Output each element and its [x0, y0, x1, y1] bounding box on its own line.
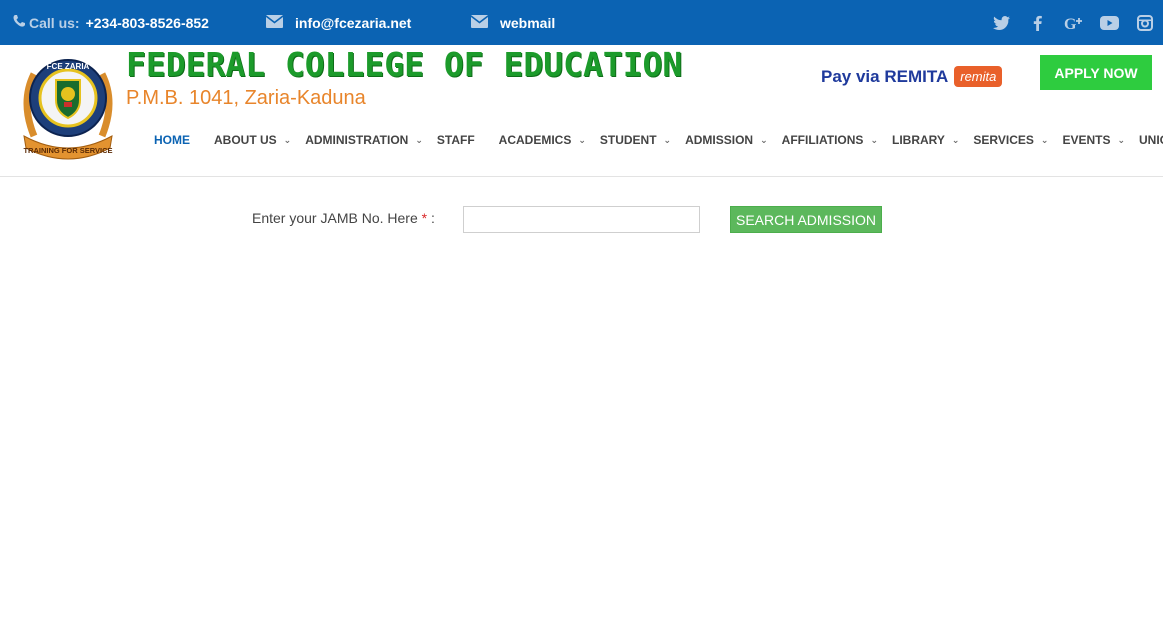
remita-payment-link[interactable]: Pay via REMITA remita: [821, 66, 1003, 87]
envelope-icon: [265, 14, 284, 31]
phone-icon: [12, 14, 25, 31]
nav-label[interactable]: STUDENT: [600, 133, 657, 147]
nav-label[interactable]: ACADEMICS: [499, 133, 572, 147]
nav-label[interactable]: ADMISSION: [685, 133, 753, 147]
nav-label[interactable]: EVENTS: [1062, 133, 1110, 147]
college-name: FEDERAL COLLEGE OF EDUCATION: [126, 45, 683, 84]
phone-number[interactable]: +234-803-8526-852: [86, 15, 209, 31]
jamb-number-input[interactable]: [463, 206, 700, 233]
nav-label[interactable]: HOME: [154, 133, 190, 147]
svg-text:G: G: [1064, 16, 1077, 31]
call-label: Call us:: [29, 14, 80, 31]
nav-label[interactable]: UNIONS: [1139, 133, 1163, 147]
chevron-down-icon: ⌄: [760, 134, 768, 145]
google-plus-icon[interactable]: G: [1063, 13, 1083, 33]
contact-email[interactable]: info@fcezaria.net: [265, 0, 411, 45]
social-links: G: [991, 0, 1155, 45]
nav-label[interactable]: LIBRARY: [892, 133, 945, 147]
nav-item-affiliations[interactable]: AFFILIATIONS ⌄: [782, 133, 878, 147]
college-address: P.M.B. 1041, Zaria-Kaduna: [126, 87, 366, 109]
nav-item-library[interactable]: LIBRARY ⌄: [892, 133, 959, 147]
chevron-down-icon: ⌄: [663, 134, 672, 145]
nav-label[interactable]: ADMINISTRATION: [305, 133, 408, 147]
chevron-down-icon: ⌄: [415, 134, 423, 145]
email-link[interactable]: info@fcezaria.net: [295, 15, 411, 31]
apply-now-button[interactable]: APPLY NOW: [1040, 55, 1152, 90]
webmail-link[interactable]: webmail: [500, 15, 555, 31]
main-nav: HOME ABOUT US ⌄ ADMINISTRATION ⌄ STAFF ACA…: [154, 131, 1163, 149]
nav-label[interactable]: STAFF: [437, 133, 475, 147]
chevron-down-icon: ⌄: [1117, 134, 1125, 145]
nav-item-staff[interactable]: STAFF: [437, 133, 475, 147]
nav-item-services[interactable]: SERVICES ⌄: [973, 133, 1048, 147]
nav-item-about-us[interactable]: ABOUT US ⌄: [214, 133, 291, 147]
nav-item-admission[interactable]: ADMISSION ⌄: [685, 133, 768, 147]
site-header: FCE ZARIA TRAINING FOR SERVICE FEDERAL C…: [0, 45, 1163, 177]
nav-item-academics[interactable]: ACADEMICS ⌄: [499, 133, 586, 147]
remita-text[interactable]: Pay via REMITA: [821, 67, 948, 87]
required-mark: *: [421, 210, 428, 226]
remita-logo[interactable]: remita: [954, 66, 1003, 87]
twitter-icon[interactable]: [991, 13, 1011, 33]
envelope-icon: [470, 14, 489, 31]
nav-item-home[interactable]: HOME: [154, 133, 190, 147]
svg-text:TRAINING FOR SERVICE: TRAINING FOR SERVICE: [23, 146, 112, 155]
svg-text:FCE ZARIA: FCE ZARIA: [47, 62, 90, 71]
chevron-down-icon: ⌄: [1040, 134, 1049, 145]
chevron-down-icon: ⌄: [870, 134, 878, 145]
search-admission-button[interactable]: SEARCH ADMISSION: [730, 206, 882, 233]
facebook-icon[interactable]: [1027, 13, 1047, 33]
youtube-icon[interactable]: [1099, 13, 1119, 33]
webmail-link-wrap[interactable]: webmail: [470, 0, 555, 45]
contact-phone: Call us: +234-803-8526-852: [12, 0, 209, 45]
nav-item-unions[interactable]: UNIONS⌄: [1139, 133, 1163, 147]
nav-item-student[interactable]: STUDENT ⌄: [600, 133, 671, 147]
chevron-down-icon: ⌄: [283, 134, 292, 145]
jamb-label-text: Enter your JAMB No. Here: [252, 210, 418, 226]
nav-item-events[interactable]: EVENTS ⌄: [1062, 133, 1125, 147]
jamb-search-form: Enter your JAMB No. Here * : SEARCH ADMI…: [252, 205, 892, 233]
jamb-label: Enter your JAMB No. Here * :: [252, 210, 435, 226]
top-bar: Call us: +234-803-8526-852 info@fcezaria…: [0, 0, 1163, 45]
label-colon: :: [430, 210, 435, 226]
nav-label[interactable]: SERVICES: [973, 133, 1033, 147]
nav-label[interactable]: AFFILIATIONS: [782, 133, 864, 147]
nav-item-administration[interactable]: ADMINISTRATION ⌄: [305, 133, 423, 147]
chevron-down-icon: ⌄: [578, 134, 586, 145]
instagram-icon[interactable]: [1135, 13, 1155, 33]
college-logo[interactable]: FCE ZARIA TRAINING FOR SERVICE: [14, 52, 122, 162]
nav-label[interactable]: ABOUT US: [214, 133, 277, 147]
chevron-down-icon: ⌄: [951, 134, 960, 145]
